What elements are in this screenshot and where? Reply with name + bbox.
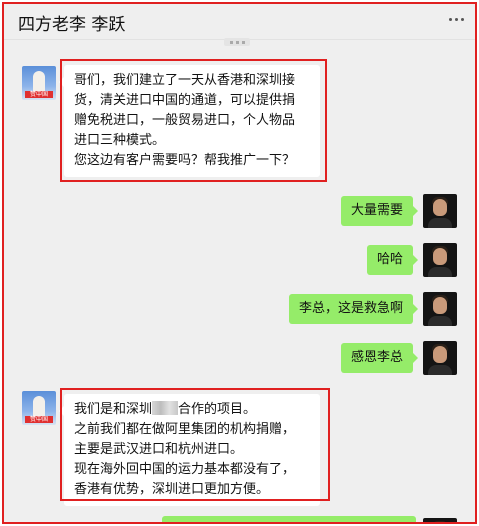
- message-bubble-outgoing[interactable]: 李总，这是救急啊: [288, 294, 419, 324]
- chat-window: 四方老李 李跃 赞中国 哥们，我们建立了一天从香港和深圳接 货，清关进口中国的通…: [2, 2, 477, 524]
- message-line: 我们是和深圳 合作的项目。: [74, 400, 310, 420]
- message-line: 哥们，我们建立了一天从香港和深圳接: [74, 73, 296, 88]
- contact-avatar[interactable]: 赞中国: [22, 391, 56, 425]
- avatar-tag: 赞中国: [25, 91, 53, 98]
- title-bar: 四方老李 李跃: [4, 4, 475, 40]
- message-line: 之前我们都在做阿里集团的机构捐赠，: [74, 422, 296, 437]
- user-avatar[interactable]: [423, 341, 457, 375]
- message-bubble-incoming[interactable]: 我们是和深圳 合作的项目。 之前我们都在做阿里集团的机构捐赠， 主要是武汉进口和杭…: [59, 394, 320, 506]
- message-bubble-outgoing-partial[interactable]: [162, 516, 416, 522]
- user-avatar[interactable]: [423, 243, 457, 277]
- message-line: 现在海外回中国的运力基本都没有了，: [74, 462, 296, 477]
- user-avatar[interactable]: [423, 292, 457, 326]
- resize-handle[interactable]: [224, 38, 250, 46]
- message-fragment: 合作的项目。: [178, 402, 257, 417]
- message-fragment: 我们是和深圳: [74, 402, 153, 417]
- contact-avatar[interactable]: 赞中国: [22, 66, 56, 100]
- message-bubble-outgoing[interactable]: 哈哈: [366, 245, 419, 275]
- message-bubble-outgoing[interactable]: 大量需要: [340, 196, 419, 226]
- chat-title: 四方老李 李跃: [18, 15, 126, 35]
- message-bubble-incoming[interactable]: 哥们，我们建立了一天从香港和深圳接 货，清关进口中国的通道，可以提供捐 赠免税进…: [59, 65, 320, 177]
- message-line: 香港有优势，深圳进口更加方便。: [74, 482, 270, 497]
- user-avatar[interactable]: [423, 194, 457, 228]
- message-line: 进口三种模式。: [74, 133, 166, 148]
- avatar-tag: 赞中国: [25, 416, 53, 423]
- message-line: 主要是武汉进口和杭州进口。: [74, 442, 244, 457]
- more-dots-icon[interactable]: [449, 12, 469, 26]
- user-avatar[interactable]: [423, 518, 457, 522]
- message-line: 货，清关进口中国的通道，可以提供捐: [74, 93, 296, 108]
- message-line: 您这边有客户需要吗？帮我推广一下？: [74, 153, 296, 168]
- redacted-text: [152, 401, 179, 415]
- message-line: 赠免税进口，一般贸易进口，个人物品: [74, 113, 296, 128]
- message-bubble-outgoing[interactable]: 感恩李总: [340, 343, 419, 373]
